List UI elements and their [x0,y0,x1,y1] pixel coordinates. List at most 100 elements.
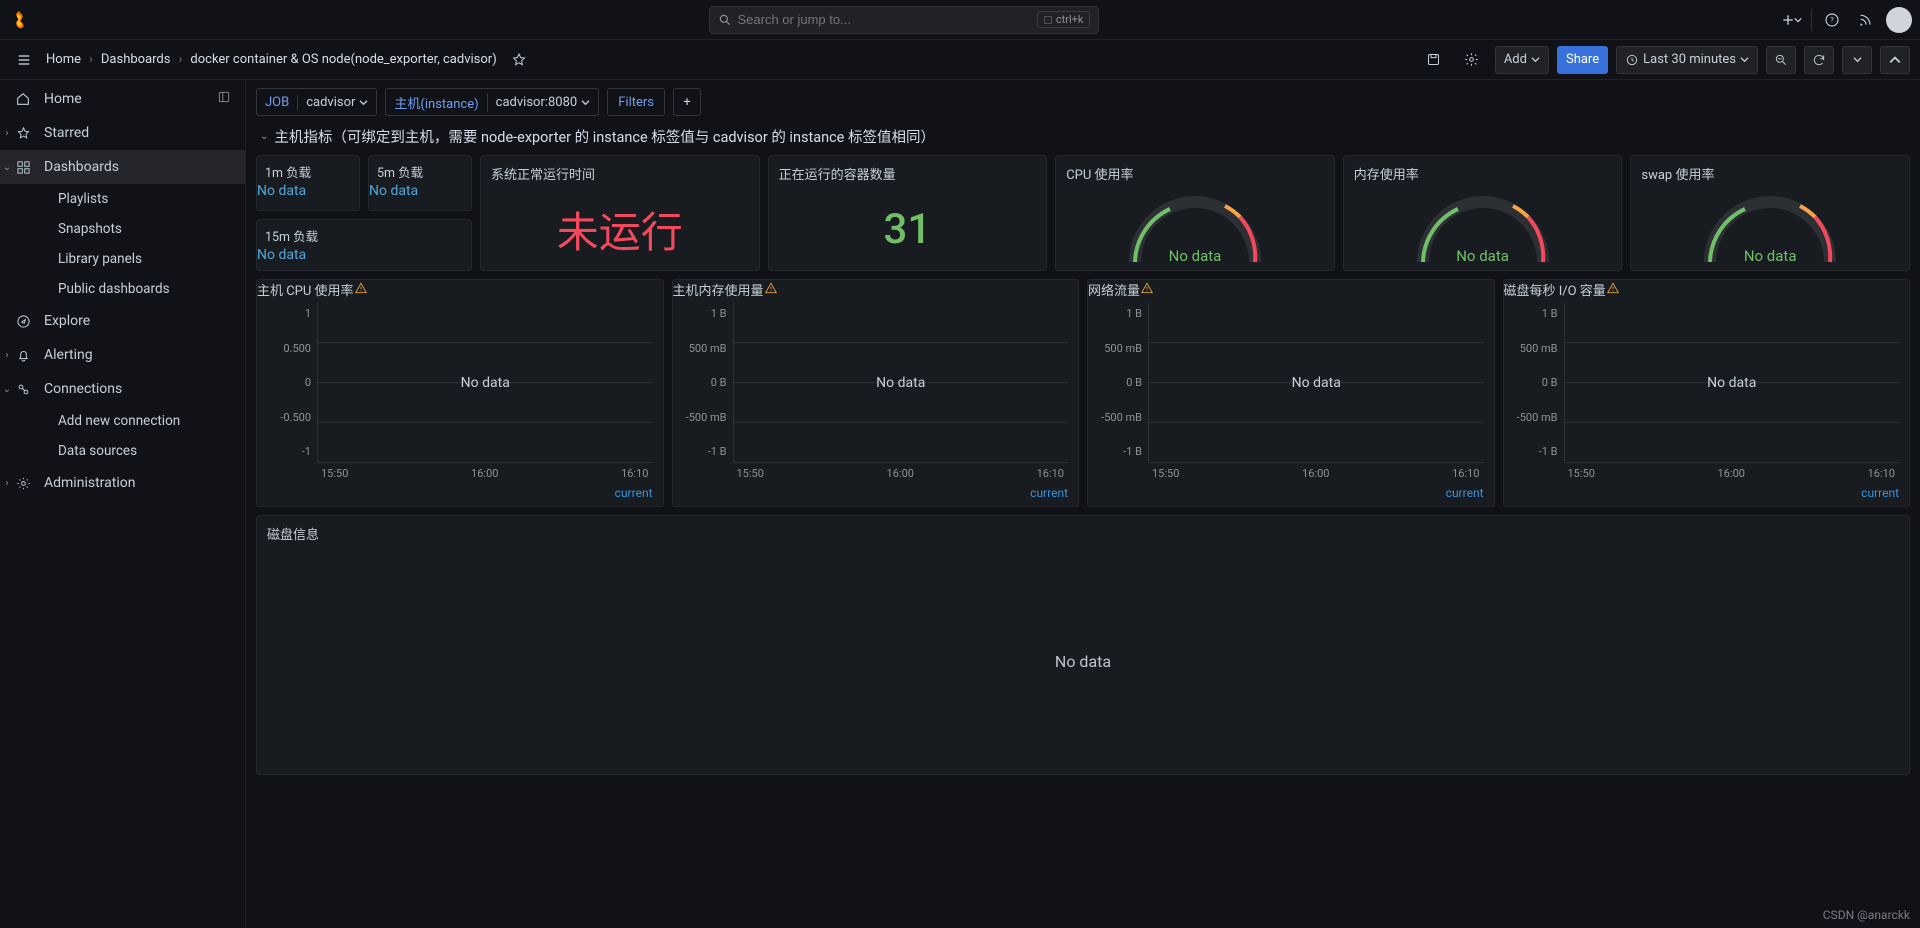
sidebar-item-admin[interactable]: ›Administration [0,466,245,500]
svg-text:?: ? [1830,15,1834,24]
panel-title: 网络流量 [1088,284,1140,299]
sidebar-item-starred[interactable]: ›Starred [0,116,245,150]
legend-current[interactable]: current [257,484,663,506]
panel-load-5m[interactable]: 5m 负载No data [368,155,472,211]
plot-area: No data [317,303,653,463]
save-dashboard-icon[interactable] [1419,46,1449,74]
row-title-hostmetrics[interactable]: ⌄主机指标（可绑定到主机，需要 node-exporter 的 instance… [260,126,1910,147]
sidebar-item-dashboards[interactable]: ⌄Dashboards [0,150,245,184]
search-input[interactable] [732,12,1037,27]
breadcrumbs: Home › Dashboards › docker container & O… [10,46,533,74]
panel-diskio[interactable]: 磁盘每秒 I/O 容量1 B500 mB0 B-500 mB-1 BNo dat… [1503,279,1911,507]
warning-icon [764,284,778,299]
chevron-right-icon: › [2,128,12,139]
user-avatar[interactable] [1886,7,1912,33]
variables-row: JOBcadvisor 主机(instance)cadvisor:8080 Fi… [256,88,1910,116]
timerange-picker[interactable]: Last 30 minutes [1616,46,1758,74]
crumb-home[interactable]: Home [46,52,81,67]
plot-area: No data [733,303,1069,463]
secondbar: Home › Dashboards › docker container & O… [0,40,1920,80]
panel-running-containers[interactable]: 正在运行的容器数量31 [768,155,1048,271]
panel-gauge-cpu[interactable]: CPU 使用率 No data [1055,155,1335,271]
sidebar-item-snapshots[interactable]: Snapshots [0,214,245,244]
running-value: 31 [884,205,932,254]
chevron-right-icon: › [2,350,12,361]
refresh-icon[interactable] [1804,46,1834,74]
x-axis-labels: 15:5016:0016:10 [317,463,653,480]
plot-area: No data [1148,303,1484,463]
favorite-star-icon[interactable] [505,46,533,74]
x-axis-labels: 15:5016:0016:10 [733,463,1069,480]
panel-title: 主机内存使用量 [673,284,764,299]
news-icon[interactable] [1852,6,1880,34]
panel-diskinfo[interactable]: 磁盘信息 No data [256,515,1910,775]
nodata-text: No data [1149,303,1484,462]
crumb-dashboards[interactable]: Dashboards [101,52,171,67]
menu-toggle-icon[interactable] [10,46,38,74]
sidebar-item-home[interactable]: Home [0,82,245,116]
panel-hostcpu[interactable]: 主机 CPU 使用率 10.5000-0.500-1No data15:5016:… [256,279,664,507]
legend-current[interactable]: current [1088,484,1494,506]
crumb-current: docker container & OS node(node_exporter… [190,52,496,67]
uptime-value: 未运行 [557,199,683,260]
plot-area: No data [1564,303,1900,463]
panel-nettraffic[interactable]: 网络流量1 B500 mB0 B-500 mB-1 BNo data15:501… [1087,279,1495,507]
panel-title: 磁盘每秒 I/O 容量 [1504,284,1606,299]
watermark: CSDN @anarckk [1823,908,1910,922]
sidebar-item-alerting[interactable]: ›Alerting [0,338,245,372]
panel-uptime[interactable]: 系统正常运行时间未运行 [480,155,760,271]
var-host[interactable]: 主机(instance)cadvisor:8080 [385,88,599,116]
zoom-out-icon[interactable] [1766,46,1796,74]
x-axis-labels: 15:5016:0016:10 [1564,463,1900,480]
panel-title: 主机 CPU 使用率 [257,284,354,299]
nodata-text: No data [1565,303,1900,462]
y-axis-labels: 1 B500 mB0 B-500 mB-1 B [1098,303,1148,480]
var-add[interactable]: + [673,88,701,116]
sidebar-item-explore[interactable]: Explore [0,304,245,338]
warning-icon [1140,284,1154,299]
sidebar-item-connections[interactable]: ⌄Connections [0,372,245,406]
sidebar-item-publicdash[interactable]: Public dashboards [0,274,245,304]
search-box[interactable]: ctrl+k [709,6,1099,34]
panel-gauge-swap[interactable]: swap 使用率 No data [1630,155,1910,271]
search-kbd-hint: ctrl+k [1037,11,1090,28]
chevron-down-icon: ⌄ [2,384,12,395]
add-menu-button[interactable] [1777,6,1805,34]
help-icon[interactable]: ? [1818,6,1846,34]
plug-icon [14,382,32,397]
dock-toggle-icon[interactable] [217,90,231,108]
grafana-logo-icon[interactable] [8,9,30,31]
settings-gear-icon[interactable] [1457,46,1487,74]
topbar: ctrl+k ? [0,0,1920,40]
panel-load-1m[interactable]: 1m 负载No data [256,155,360,211]
star-icon [14,126,32,141]
y-axis-labels: 10.5000-0.500-1 [267,303,317,480]
collapse-kiosk-icon[interactable] [1880,46,1910,74]
sidebar-item-datasources[interactable]: Data sources [0,436,245,466]
nav-sidebar: Home ›Starred ⌄Dashboards Playlists Snap… [0,80,246,928]
dashboard-content: JOBcadvisor 主机(instance)cadvisor:8080 Fi… [246,80,1920,928]
refresh-dropdown-icon[interactable] [1842,46,1872,74]
legend-current[interactable]: current [673,484,1079,506]
gauge-swap-arc: No data [1695,192,1845,267]
warning-icon [354,284,368,299]
add-button[interactable]: Add [1495,46,1549,74]
var-filters[interactable]: Filters [607,88,665,116]
sidebar-item-library[interactable]: Library panels [0,244,245,274]
var-job[interactable]: JOBcadvisor [256,88,377,116]
stat-panels-row: 1m 负载No data 5m 负载No data 15m 负载No data … [256,155,1910,271]
sidebar-item-addconn[interactable]: Add new connection [0,406,245,436]
panel-gauge-mem[interactable]: 内存使用率 No data [1343,155,1623,271]
legend-current[interactable]: current [1504,484,1910,506]
warning-icon [1606,284,1620,299]
chevron-down-icon: ⌄ [260,131,268,142]
panel-load-15m[interactable]: 15m 负载No data [256,219,472,271]
panel-hostmem[interactable]: 主机内存使用量1 B500 mB0 B-500 mB-1 BNo data15:… [672,279,1080,507]
dashboards-icon [14,160,32,175]
clock-icon [1625,53,1639,67]
sidebar-item-playlists[interactable]: Playlists [0,184,245,214]
chevron-down-icon: ⌄ [2,162,12,173]
share-button[interactable]: Share [1557,46,1608,74]
gauge-mem-arc: No data [1408,192,1558,267]
nodata-text: No data [734,303,1069,462]
